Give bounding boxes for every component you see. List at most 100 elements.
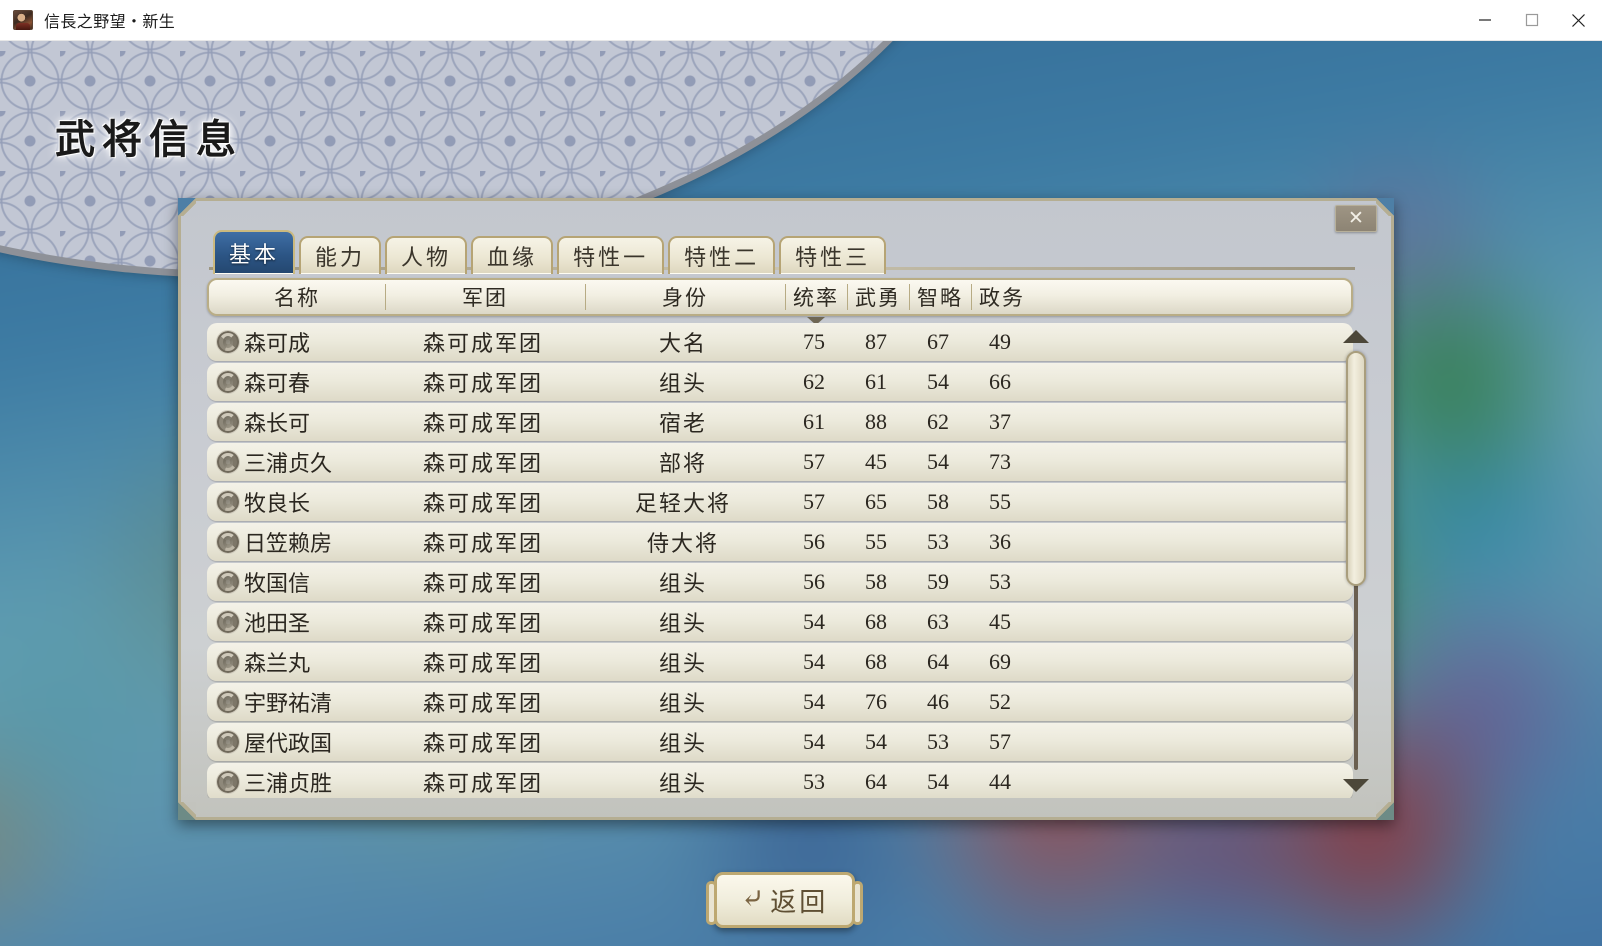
tab-2[interactable]: 人物: [385, 236, 468, 274]
cell-zhi: 62: [927, 409, 949, 434]
cell-wu: 68: [865, 649, 887, 674]
cell-wu: 76: [865, 689, 887, 714]
column-header-label: 政务: [979, 286, 1025, 310]
game-background: 武将信息 ✕ 基本 能力 人物 血缘 特性一 特性二 特性三 名称 军团 身份 统率 武勇 智略 政务 …: [0, 41, 1602, 946]
clan-crest-icon: [217, 611, 239, 633]
column-header-0[interactable]: 名称: [209, 280, 385, 314]
tab-label: 血缘: [487, 245, 538, 270]
cell-wu: 87: [865, 329, 887, 354]
table-row[interactable]: 森长可 森可成军团 宿老 61 88 62 37: [207, 403, 1353, 441]
app-root: 信長之野望・新生 武将信息 ✕ 基本 能力 人物 血缘 特性一 特性二 特性三 …: [0, 0, 1602, 946]
cell-zhi: 58: [927, 489, 949, 514]
cell-role: 组头: [658, 691, 707, 716]
cell-name: 三浦贞久: [207, 443, 383, 481]
back-button-flair-left: [706, 881, 717, 925]
cell-zhi: 54: [927, 769, 949, 794]
tab-3[interactable]: 血缘: [471, 236, 554, 274]
cell-tong: 57: [803, 489, 825, 514]
chevron-up-icon[interactable]: [1339, 323, 1373, 349]
officer-name: 日笠赖房: [244, 531, 333, 556]
cell-tong: 62: [803, 369, 825, 394]
table-row[interactable]: 三浦贞久 森可成军团 部将 57 45 54 73: [207, 443, 1353, 481]
panel-close-icon: ✕: [1348, 207, 1364, 229]
table-row[interactable]: 屋代政国 森可成军团 组头 54 54 53 57: [207, 723, 1353, 761]
window-titlebar: 信長之野望・新生: [0, 0, 1602, 41]
scrollbar-thumb[interactable]: [1346, 351, 1366, 586]
cell-name: 池田圣: [207, 603, 383, 641]
maximize-icon[interactable]: [1508, 0, 1555, 41]
cell-zheng: 66: [989, 369, 1011, 394]
cell-zhi: 54: [927, 369, 949, 394]
column-header-5[interactable]: 智略: [909, 280, 971, 314]
cell-corps: 森可成军团: [422, 371, 543, 396]
clan-crest-icon: [217, 771, 239, 793]
cell-corps: 森可成军团: [422, 651, 543, 676]
cell-zhi: 63: [927, 609, 949, 634]
clan-crest-icon: [217, 691, 239, 713]
table-row[interactable]: 牧良长 森可成军团 足轻大将 57 65 58 55: [207, 483, 1353, 521]
cell-zheng: 37: [989, 409, 1011, 434]
cell-wu: 68: [865, 609, 887, 634]
chevron-down-icon[interactable]: [1339, 772, 1373, 798]
column-header-1[interactable]: 军团: [385, 280, 585, 314]
table-row[interactable]: 森可成 森可成军团 大名 75 87 67 49: [207, 323, 1353, 361]
table-row[interactable]: 森兰丸 森可成军团 组头 54 68 64 69: [207, 643, 1353, 681]
window-controls: [1461, 0, 1602, 41]
cell-role: 组头: [658, 651, 707, 676]
list-scrollbar[interactable]: [1339, 323, 1373, 798]
officer-name: 森可春: [244, 371, 311, 396]
window-title: 信長之野望・新生: [44, 12, 176, 31]
table-row[interactable]: 宇野祐清 森可成军团 组头 54 76 46 52: [207, 683, 1353, 721]
column-header-4[interactable]: 武勇: [847, 280, 909, 314]
tab-0[interactable]: 基本: [213, 230, 296, 274]
back-arrow-icon: ⤷: [740, 884, 765, 915]
tab-label: 能力: [315, 245, 366, 270]
cell-zheng: 52: [989, 689, 1011, 714]
column-header-3[interactable]: 统率: [785, 280, 847, 325]
table-row[interactable]: 三浦贞胜 森可成军团 组头 53 64 54 44: [207, 763, 1353, 798]
clan-crest-icon: [217, 651, 239, 673]
cell-tong: 56: [803, 529, 825, 554]
table-row[interactable]: 日笠赖房 森可成军团 侍大将 56 55 53 36: [207, 523, 1353, 561]
cell-role: 组头: [658, 731, 707, 756]
officer-name: 屋代政国: [244, 731, 333, 756]
cell-wu: 54: [865, 729, 887, 754]
minimize-icon[interactable]: [1461, 0, 1508, 41]
tab-1[interactable]: 能力: [299, 236, 382, 274]
cell-wu: 88: [865, 409, 887, 434]
close-icon[interactable]: [1555, 0, 1602, 41]
cell-role: 大名: [658, 331, 707, 356]
table-row[interactable]: 森可春 森可成军团 组头 62 61 54 66: [207, 363, 1353, 401]
panel-close-button[interactable]: ✕: [1335, 205, 1377, 232]
cell-role: 部将: [658, 451, 707, 476]
cell-role: 组头: [658, 611, 707, 636]
clan-crest-icon: [217, 571, 239, 593]
app-portrait-icon: [13, 10, 33, 30]
clan-crest-icon: [217, 331, 239, 353]
back-button-flair-right: [852, 881, 863, 925]
cell-tong: 54: [803, 729, 825, 754]
table-row[interactable]: 池田圣 森可成军团 组头 54 68 63 45: [207, 603, 1353, 641]
cell-wu: 55: [865, 529, 887, 554]
table-row[interactable]: 牧国信 森可成军团 组头 56 58 59 53: [207, 563, 1353, 601]
cell-corps: 森可成军团: [422, 771, 543, 796]
clan-crest-icon: [217, 451, 239, 473]
back-button[interactable]: ⤷ 返回: [706, 872, 863, 928]
cell-role: 组头: [658, 571, 707, 596]
officer-list[interactable]: 森可成 森可成军团 大名 75 87 67 49 森可春 森可成军团 组头 62 61 54 66 森长可森…: [207, 323, 1353, 798]
tab-4[interactable]: 特性一: [557, 236, 665, 274]
cell-zheng: 57: [989, 729, 1011, 754]
cell-wu: 58: [865, 569, 887, 594]
cell-zhi: 64: [927, 649, 949, 674]
tab-bar: 基本 能力 人物 血缘 特性一 特性二 特性三: [213, 230, 887, 274]
officer-name: 池田圣: [244, 611, 311, 636]
cell-corps: 森可成军团: [422, 531, 543, 556]
tab-6[interactable]: 特性三: [779, 236, 887, 274]
column-header-6[interactable]: 政务: [971, 280, 1033, 314]
cell-tong: 54: [803, 689, 825, 714]
tab-5[interactable]: 特性二: [668, 236, 776, 274]
cell-role: 组头: [658, 371, 707, 396]
cell-zheng: 53: [989, 569, 1011, 594]
column-header-2[interactable]: 身份: [585, 280, 785, 314]
cell-tong: 75: [803, 329, 825, 354]
